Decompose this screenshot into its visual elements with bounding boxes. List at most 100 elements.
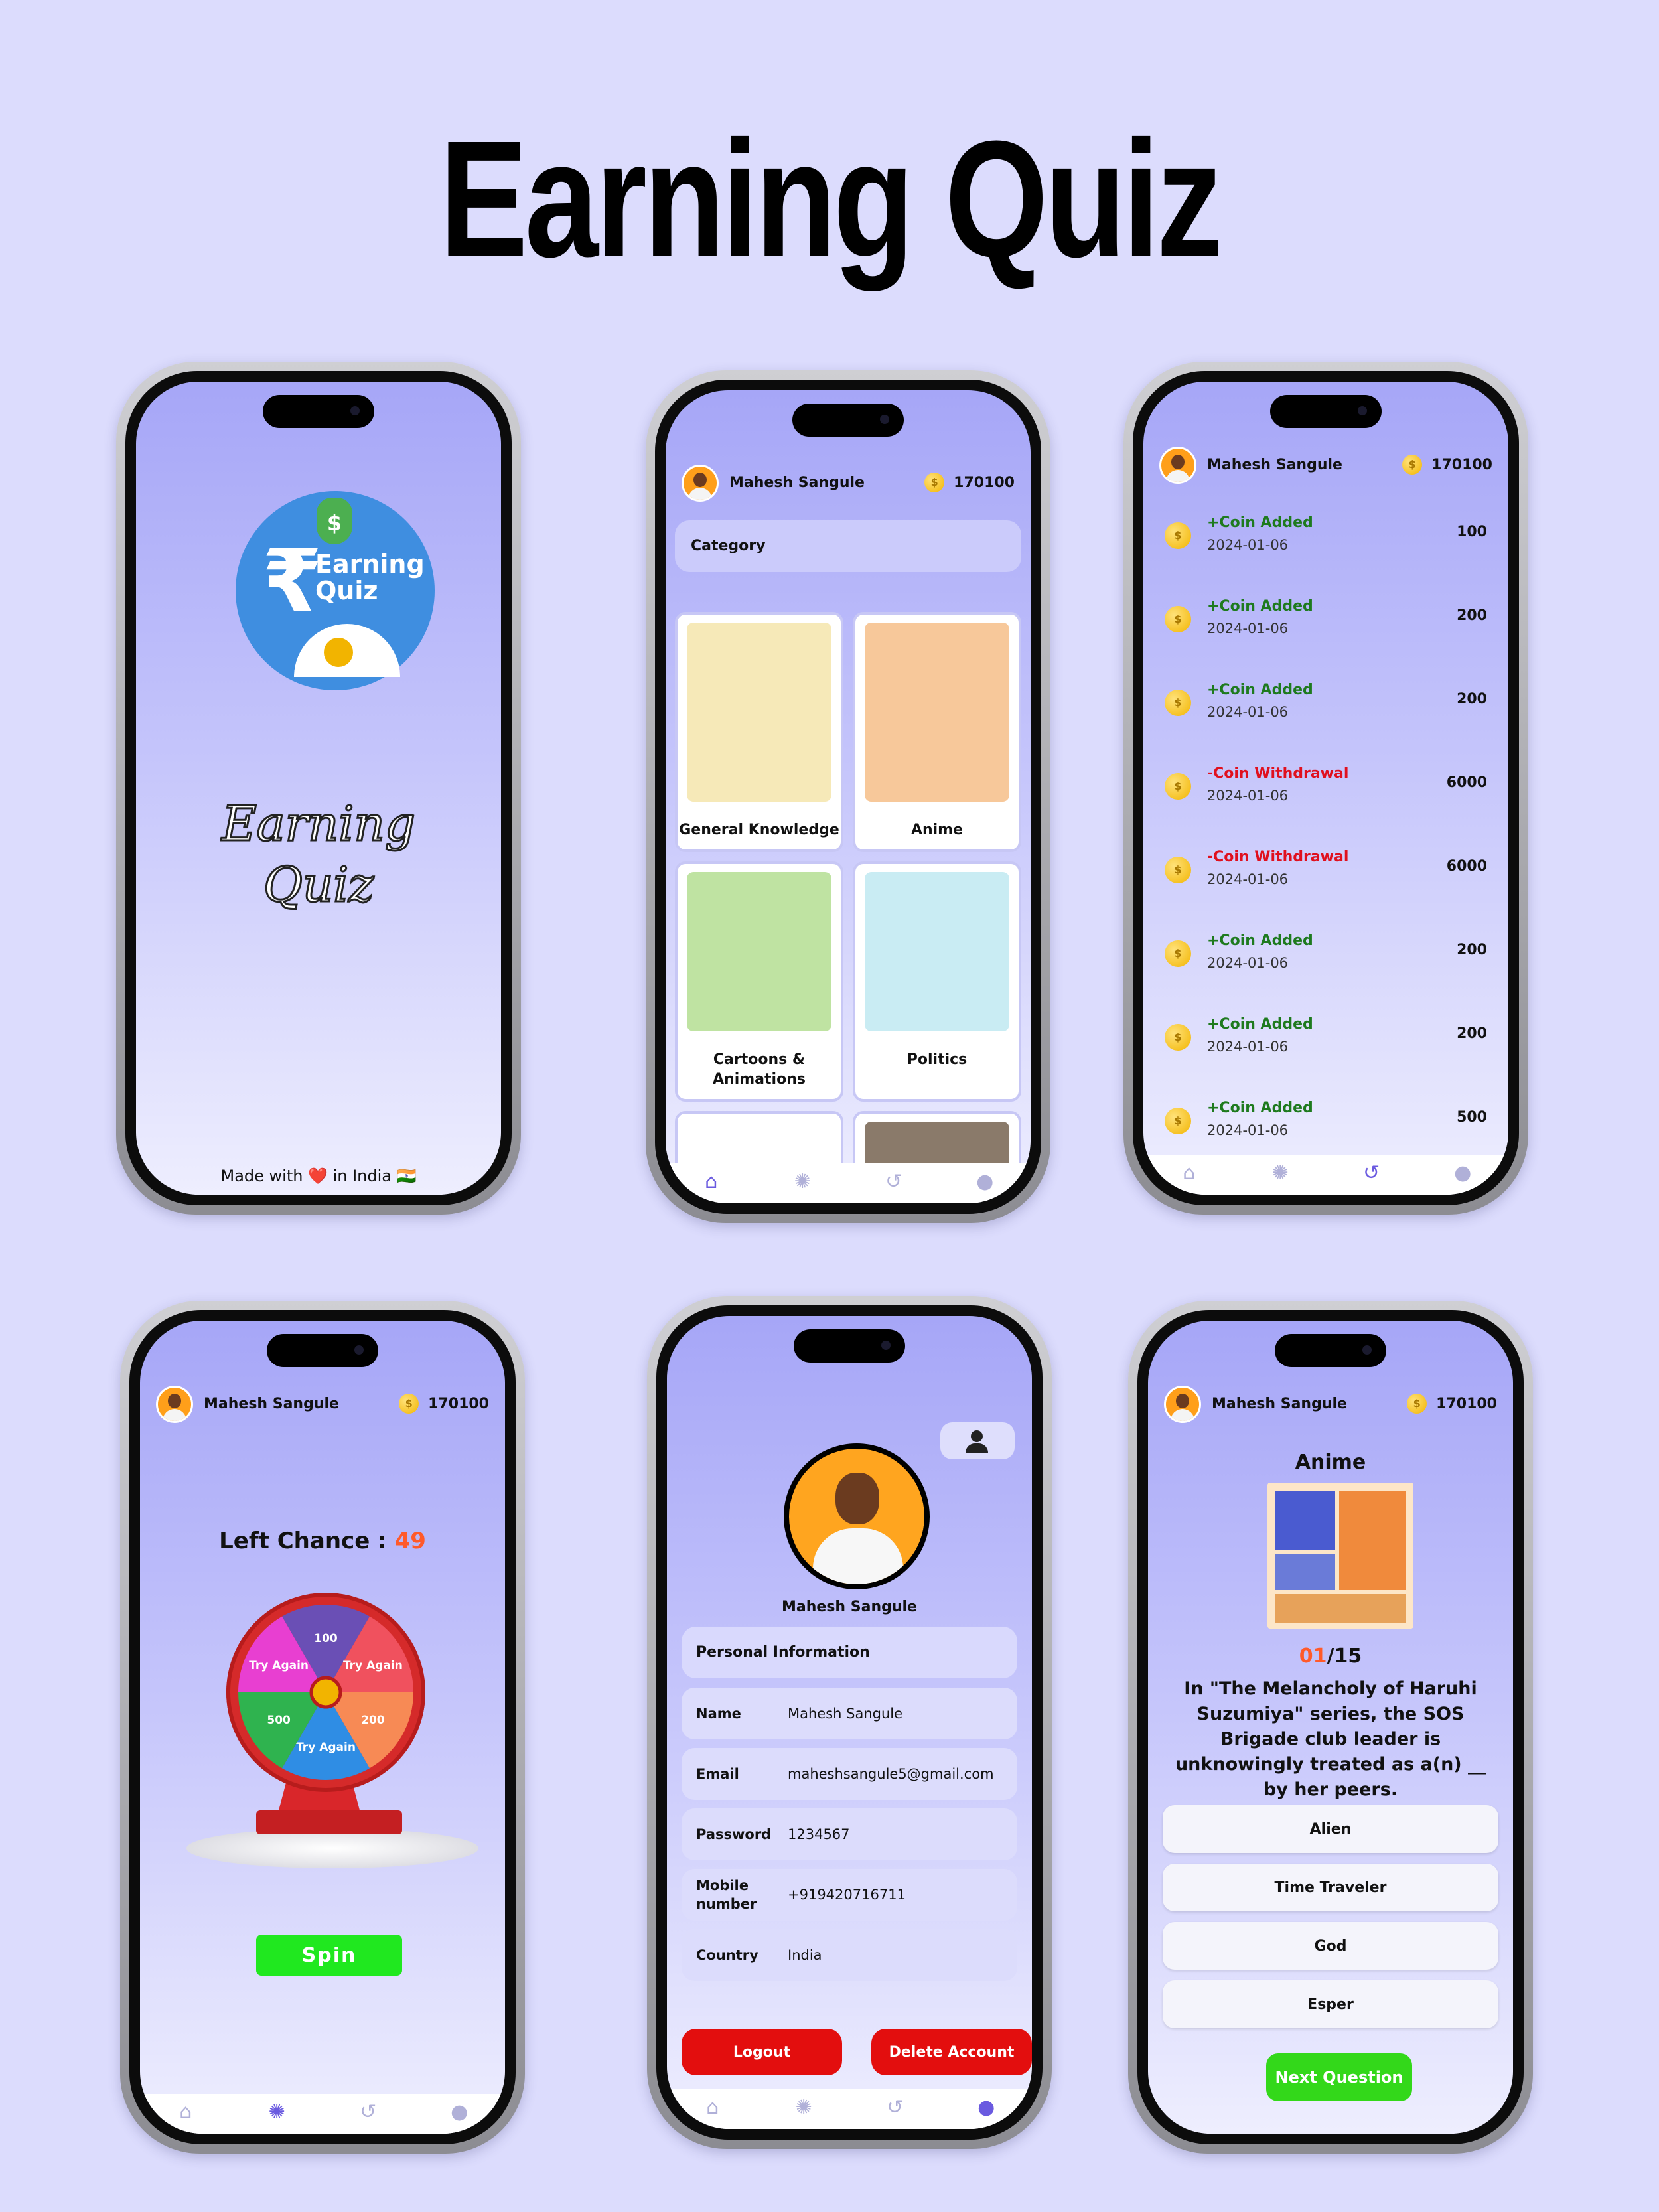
profile-name: Mahesh Sangule <box>782 1599 917 1615</box>
profile-menu-button[interactable] <box>940 1422 1015 1459</box>
coin-balance: $170100 <box>924 473 1015 492</box>
field-mobile: Mobile number +919420716711 <box>682 1869 1017 1921</box>
wheel-foot <box>256 1810 402 1834</box>
user-header: Mahesh Sangule $170100 <box>1143 447 1508 486</box>
quiz-category-image <box>1267 1483 1413 1629</box>
dynamic-island <box>792 404 904 437</box>
user-name: Mahesh Sangule <box>1207 457 1342 473</box>
wheel-icon[interactable]: ✺ <box>257 2101 297 2124</box>
user-header: Mahesh Sangule $170100 <box>1148 1386 1513 1426</box>
answer-option[interactable]: Time Traveler <box>1163 1864 1498 1911</box>
avatar[interactable] <box>682 465 719 502</box>
category-card-politics[interactable]: Politics <box>853 861 1021 1102</box>
delete-account-button[interactable]: Delete Account <box>871 2029 1032 2075</box>
wheel-shadow <box>186 1828 478 1868</box>
user-name: Mahesh Sangule <box>729 475 865 491</box>
spin-wheel[interactable]: 100 Try Again 200 Try Again 500 Try Again <box>226 1593 425 1792</box>
dynamic-island <box>267 1334 378 1367</box>
app-logo: $ ₹ Earning Quiz <box>236 491 435 690</box>
coin-icon: $ <box>1165 773 1191 800</box>
coin-balance: $170100 <box>399 1394 489 1414</box>
home-icon[interactable]: ⌂ <box>166 2101 206 2124</box>
spin-button[interactable]: Spin <box>256 1935 402 1976</box>
profile-icon[interactable]: ● <box>439 2101 479 2124</box>
bottom-nav: ⌂ ✺ ↺ ● <box>667 2089 1032 2129</box>
page-title: Earning Quiz <box>439 106 1223 291</box>
dynamic-island <box>794 1329 905 1363</box>
category-card-general-knowledge[interactable]: General Knowledge <box>675 612 843 852</box>
phone-category: Mahesh Sangule $170100 Category General … <box>646 370 1050 1223</box>
category-header: Category <box>675 520 1021 572</box>
wheel-icon[interactable]: ✺ <box>784 2096 824 2119</box>
answer-option[interactable]: Alien <box>1163 1805 1498 1853</box>
coin-icon: $ <box>1165 857 1191 883</box>
transaction-row: $ +Coin Added 2024-01-06 200 <box>1165 1016 1487 1059</box>
transaction-row: $ +Coin Added 2024-01-06 200 <box>1165 682 1487 724</box>
wheel-segment-label: 100 <box>314 1632 338 1645</box>
chance-count: 49 <box>394 1528 426 1554</box>
category-card-cartoons[interactable]: Cartoons & Animations <box>675 861 843 1102</box>
dynamic-island <box>263 395 374 428</box>
category-grid: General Knowledge Anime Cartoons & Anima… <box>675 612 1021 1191</box>
phone-spin: Mahesh Sangule $170100 Left Chance : 49 … <box>120 1301 525 2154</box>
coin-balance: $170100 <box>1407 1394 1497 1414</box>
coin-icon: $ <box>1165 606 1191 632</box>
wheel-segments: 100 Try Again 200 Try Again 500 Try Again <box>238 1605 413 1780</box>
made-in-india-footer: Made with ❤️ in India 🇮🇳 <box>220 1167 417 1185</box>
avatar[interactable] <box>1159 447 1196 484</box>
next-question-button[interactable]: Next Question <box>1266 2053 1412 2101</box>
user-header: Mahesh Sangule $170100 <box>140 1386 505 1426</box>
home-icon[interactable]: ⌂ <box>1169 1161 1209 1185</box>
coin-icon: $ <box>1407 1394 1427 1414</box>
coin-icon: $ <box>924 473 945 492</box>
avatar[interactable] <box>1164 1386 1201 1423</box>
field-country: Country India <box>682 1929 1017 1981</box>
wheel-segment-label: 500 <box>267 1714 291 1727</box>
wheel-icon[interactable]: ✺ <box>782 1170 822 1193</box>
wheel-hub <box>309 1676 342 1709</box>
transaction-row: $ +Coin Added 2024-01-06 200 <box>1165 932 1487 975</box>
category-label: Anime <box>910 822 964 838</box>
history-icon[interactable]: ↺ <box>875 2096 915 2119</box>
coin-balance: $170100 <box>1402 455 1492 475</box>
logout-button[interactable]: Logout <box>682 2029 842 2075</box>
category-label: General Knowledge <box>679 822 839 838</box>
field-name: Name Mahesh Sangule <box>682 1688 1017 1739</box>
home-icon[interactable]: ⌂ <box>691 1170 731 1193</box>
wheel-segment-label: Try Again <box>296 1741 356 1754</box>
coin-icon: $ <box>1165 1108 1191 1134</box>
bottom-nav: ⌂ ✺ ↺ ● <box>140 2094 505 2134</box>
answer-option[interactable]: Esper <box>1163 1980 1498 2028</box>
cartoons-illustration <box>687 872 831 1031</box>
history-icon[interactable]: ↺ <box>874 1170 914 1193</box>
user-header: Mahesh Sangule $170100 <box>666 465 1031 504</box>
profile-icon[interactable]: ● <box>966 2096 1006 2119</box>
transaction-row: $ +Coin Added 2024-01-06 200 <box>1165 598 1487 640</box>
politics-illustration <box>865 872 1009 1031</box>
user-name: Mahesh Sangule <box>204 1396 339 1412</box>
bottom-nav: ⌂ ✺ ↺ ● <box>666 1163 1031 1203</box>
left-chance-label: Left Chance : 49 <box>219 1528 426 1554</box>
dynamic-island <box>1275 1334 1386 1367</box>
avatar[interactable] <box>156 1386 193 1423</box>
bottom-nav: ⌂ ✺ ↺ ● <box>1143 1155 1508 1195</box>
splash-app-name: Earning Quiz <box>221 795 417 914</box>
transaction-row: $ -Coin Withdrawal 2024-01-06 6000 <box>1165 765 1487 808</box>
category-label: Politics <box>906 1051 968 1068</box>
wheel-segment-label: Try Again <box>249 1659 309 1672</box>
history-icon[interactable]: ↺ <box>348 2101 388 2124</box>
transaction-row: $ -Coin Withdrawal 2024-01-06 6000 <box>1165 849 1487 891</box>
answer-option[interactable]: God <box>1163 1922 1498 1970</box>
wheel-segment-label: 200 <box>361 1714 385 1727</box>
profile-icon[interactable]: ● <box>1443 1161 1482 1185</box>
home-icon[interactable]: ⌂ <box>693 2096 733 2119</box>
history-icon[interactable]: ↺ <box>1352 1161 1392 1185</box>
wheel-icon[interactable]: ✺ <box>1260 1161 1300 1185</box>
question-text: In "The Melancholy of Haruhi Suzumiya" s… <box>1175 1678 1486 1800</box>
question-counter: 01/15 <box>1299 1645 1362 1668</box>
logo-text: Earning Quiz <box>315 550 425 605</box>
quiz-category-title: Anime <box>1295 1451 1366 1474</box>
category-card-anime[interactable]: Anime <box>853 612 1021 852</box>
profile-icon[interactable]: ● <box>965 1170 1005 1193</box>
user-name: Mahesh Sangule <box>1212 1396 1347 1412</box>
